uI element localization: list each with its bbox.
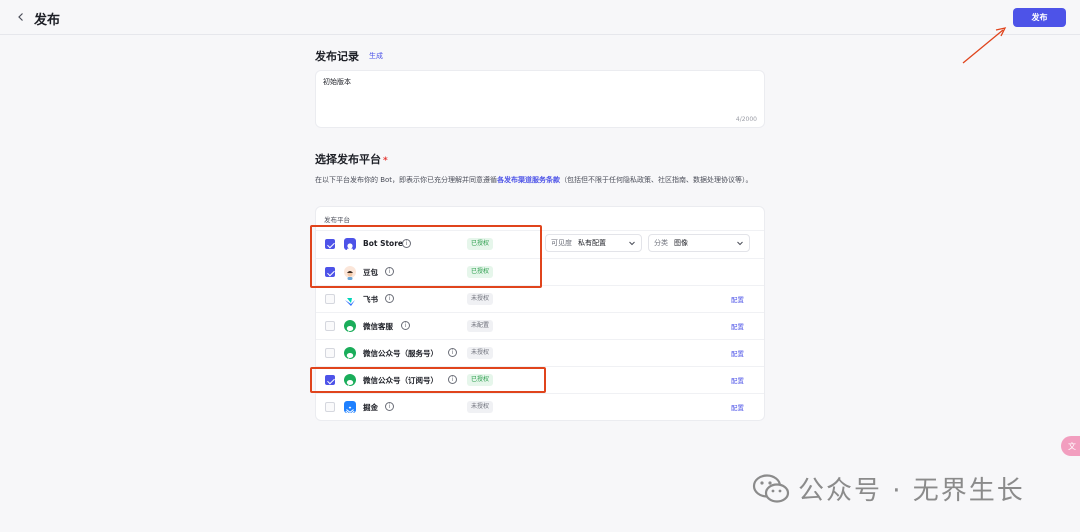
watermark-text: 公众号 · 无界生长 bbox=[798, 476, 1025, 506]
platform-name: 豆包 bbox=[363, 268, 378, 277]
status-badge: 未授权 bbox=[467, 401, 494, 413]
status-badge: 已授权 bbox=[467, 266, 494, 278]
checkbox-doubao[interactable] bbox=[325, 267, 335, 277]
checkbox-wechat-oa-subscription[interactable] bbox=[325, 375, 335, 385]
platform-title-text: 选择发布平台 bbox=[315, 153, 381, 166]
required-star: * bbox=[383, 156, 388, 166]
info-icon[interactable]: i bbox=[401, 321, 410, 330]
bot-store-icon bbox=[344, 238, 356, 251]
info-icon[interactable]: i bbox=[385, 294, 394, 303]
desc-before: 在以下平台发布你的 Bot，即表示你已充分理解并同意遵循 bbox=[315, 176, 498, 184]
doubao-avatar-icon bbox=[344, 266, 356, 280]
record-textarea[interactable]: 初始版本 4/2000 bbox=[315, 70, 765, 128]
table-row-bot-store: Bot Store i 已授权 可见度 私有配置 分类 图像 bbox=[316, 230, 764, 257]
platform-name: 微信客服 bbox=[363, 322, 393, 331]
record-title: 发布记录 bbox=[315, 50, 359, 63]
platform-name: 微信公众号（订阅号） bbox=[363, 376, 438, 385]
generate-link[interactable]: 生成 bbox=[369, 51, 383, 61]
back-button[interactable] bbox=[12, 8, 30, 26]
publish-button[interactable]: 发布 bbox=[1013, 8, 1066, 27]
config-link-juejin[interactable]: 配置 bbox=[731, 402, 744, 412]
category-label: 分类 bbox=[654, 239, 668, 247]
table-row-juejin: 掘金 i 未授权 配置 bbox=[316, 393, 764, 420]
checkbox-bot-store[interactable] bbox=[325, 239, 335, 249]
platform-description: 在以下平台发布你的 Bot，即表示你已充分理解并同意遵循各发布渠道服务条款（包括… bbox=[315, 174, 767, 186]
platform-name: Bot Store bbox=[363, 239, 403, 248]
config-link-feishu[interactable]: 配置 bbox=[731, 294, 744, 304]
status-badge: 已授权 bbox=[467, 238, 494, 250]
checkbox-wechat-service[interactable] bbox=[325, 321, 335, 331]
visibility-select[interactable]: 可见度 私有配置 bbox=[545, 234, 642, 252]
status-badge: 未配置 bbox=[467, 320, 494, 332]
juejin-icon bbox=[344, 401, 356, 416]
config-link-wechat-oa-subscription[interactable]: 配置 bbox=[731, 375, 744, 385]
desc-after: （包括但不限于任何隐私政策、社区指南、数据处理协议等）。 bbox=[560, 176, 753, 184]
wechat-icon bbox=[344, 374, 356, 386]
wechat-icon bbox=[344, 347, 356, 359]
config-link-wechat-oa-service[interactable]: 配置 bbox=[731, 348, 744, 358]
status-badge: 未授权 bbox=[467, 293, 494, 305]
wechat-logo-icon bbox=[752, 473, 790, 503]
table-row-feishu: 飞书 i 未授权 配置 bbox=[316, 285, 764, 312]
translate-float-button[interactable]: 文 bbox=[1061, 436, 1080, 456]
platform-section-title: 选择发布平台 * bbox=[315, 151, 388, 167]
visibility-label: 可见度 bbox=[551, 239, 572, 247]
info-icon[interactable]: i bbox=[385, 402, 394, 411]
platform-name: 微信公众号（服务号） bbox=[363, 349, 438, 358]
info-icon[interactable]: i bbox=[402, 239, 411, 248]
info-icon[interactable]: i bbox=[448, 375, 457, 384]
platform-name: 飞书 bbox=[363, 295, 378, 304]
record-value: 初始版本 bbox=[323, 78, 351, 86]
chevron-down-icon bbox=[629, 241, 635, 246]
info-icon[interactable]: i bbox=[448, 348, 457, 357]
category-select[interactable]: 分类 图像 bbox=[648, 234, 750, 252]
chevron-left-icon bbox=[18, 13, 23, 21]
top-bar: 发布 发布 bbox=[0, 0, 1080, 35]
feishu-icon bbox=[344, 293, 356, 306]
table-row-wechat-oa-subscription: 微信公众号（订阅号） i 已授权 配置 bbox=[316, 366, 764, 393]
table-row-doubao: 豆包 i 已授权 bbox=[316, 258, 764, 285]
category-value: 图像 bbox=[674, 239, 688, 247]
visibility-value: 私有配置 bbox=[578, 239, 606, 247]
table-row-wechat-oa-service: 微信公众号（服务号） i 未授权 配置 bbox=[316, 339, 764, 366]
page-title: 发布 bbox=[34, 13, 61, 28]
platform-table: 发布平台 Bot Store i 已授权 可见度 私有配置 分类 图像 豆包 i… bbox=[315, 206, 765, 421]
checkbox-feishu[interactable] bbox=[325, 294, 335, 304]
terms-link[interactable]: 各发布渠道服务条款 bbox=[497, 176, 560, 184]
checkbox-juejin[interactable] bbox=[325, 402, 335, 412]
config-link-wechat-service[interactable]: 配置 bbox=[731, 321, 744, 331]
annotation-arrow bbox=[962, 27, 1007, 64]
info-icon[interactable]: i bbox=[385, 267, 394, 276]
wechat-icon bbox=[344, 320, 356, 332]
status-badge: 未授权 bbox=[467, 347, 494, 359]
record-char-count: 4/2000 bbox=[735, 116, 757, 123]
checkbox-wechat-oa-service[interactable] bbox=[325, 348, 335, 358]
watermark: 公众号 · 无界生长 bbox=[752, 470, 1025, 507]
platform-name: 掘金 bbox=[363, 403, 378, 412]
status-badge: 已授权 bbox=[467, 374, 494, 386]
table-row-wechat-service: 微信客服 i 未配置 配置 bbox=[316, 312, 764, 339]
column-header-platform: 发布平台 bbox=[324, 216, 350, 224]
chevron-down-icon bbox=[737, 241, 743, 246]
